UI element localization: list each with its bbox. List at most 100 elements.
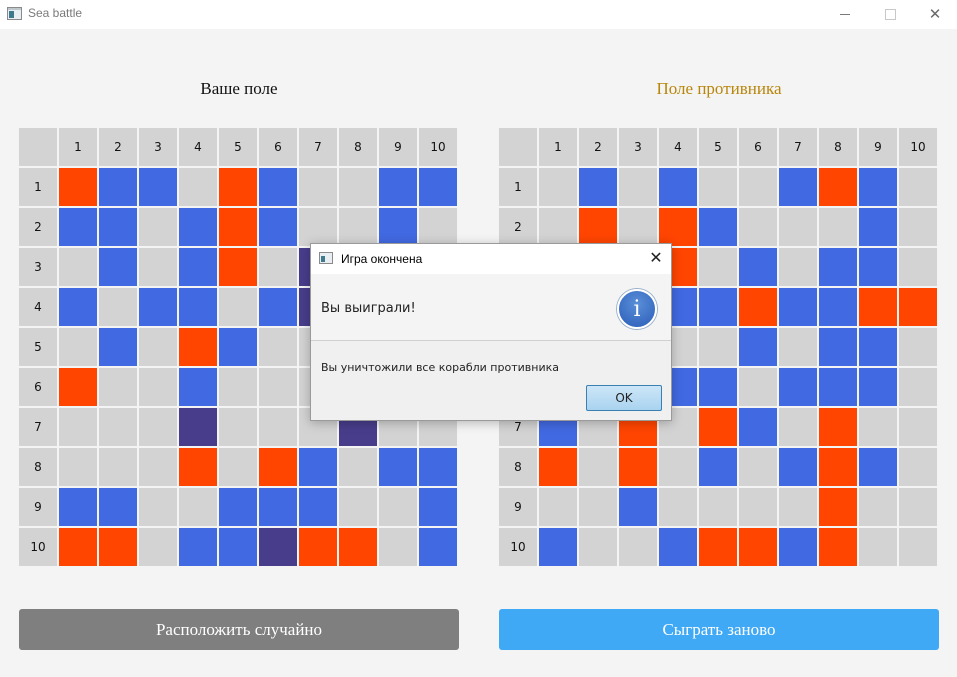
enemy-cell-ship[interactable] bbox=[699, 288, 737, 326]
enemy-cell-empty[interactable] bbox=[659, 448, 697, 486]
enemy-cell-empty[interactable] bbox=[899, 368, 937, 406]
enemy-cell-empty[interactable] bbox=[619, 168, 657, 206]
enemy-cell-ship[interactable] bbox=[859, 368, 897, 406]
enemy-cell-hit[interactable] bbox=[619, 448, 657, 486]
enemy-cell-empty[interactable] bbox=[899, 248, 937, 286]
enemy-cell-empty[interactable] bbox=[779, 248, 817, 286]
enemy-cell-empty[interactable] bbox=[899, 208, 937, 246]
enemy-cell-empty[interactable] bbox=[619, 208, 657, 246]
enemy-cell-empty[interactable] bbox=[739, 168, 777, 206]
enemy-cell-empty[interactable] bbox=[899, 408, 937, 446]
enemy-cell-hit[interactable] bbox=[819, 408, 857, 446]
enemy-cell-empty[interactable] bbox=[859, 488, 897, 526]
enemy-cell-empty[interactable] bbox=[619, 528, 657, 566]
enemy-cell-ship[interactable] bbox=[819, 368, 857, 406]
random-placement-button[interactable]: Расположить случайно bbox=[19, 609, 459, 650]
enemy-cell-empty[interactable] bbox=[739, 208, 777, 246]
enemy-cell-ship[interactable] bbox=[819, 248, 857, 286]
own-column-header: 6 bbox=[259, 128, 297, 166]
own-column-header: 10 bbox=[419, 128, 457, 166]
enemy-cell-empty[interactable] bbox=[699, 328, 737, 366]
enemy-cell-hit[interactable] bbox=[659, 208, 697, 246]
own-row-header: 7 bbox=[19, 408, 57, 446]
enemy-cell-hit[interactable] bbox=[699, 408, 737, 446]
enemy-cell-hit[interactable] bbox=[579, 208, 617, 246]
enemy-cell-hit[interactable] bbox=[699, 528, 737, 566]
close-icon[interactable]: ✕ bbox=[912, 0, 957, 29]
enemy-cell-hit[interactable] bbox=[819, 168, 857, 206]
dialog-close-icon[interactable]: ✕ bbox=[645, 247, 667, 269]
enemy-cell-ship[interactable] bbox=[699, 208, 737, 246]
enemy-cell-empty[interactable] bbox=[659, 488, 697, 526]
enemy-cell-ship[interactable] bbox=[819, 288, 857, 326]
enemy-cell-empty[interactable] bbox=[579, 448, 617, 486]
enemy-cell-empty[interactable] bbox=[899, 328, 937, 366]
enemy-cell-ship[interactable] bbox=[779, 528, 817, 566]
enemy-cell-empty[interactable] bbox=[739, 448, 777, 486]
enemy-cell-empty[interactable] bbox=[899, 168, 937, 206]
enemy-cell-ship[interactable] bbox=[739, 328, 777, 366]
own-cell-empty bbox=[339, 208, 377, 246]
enemy-cell-hit[interactable] bbox=[819, 448, 857, 486]
enemy-row-header: 8 bbox=[499, 448, 537, 486]
ok-button[interactable]: OK bbox=[586, 385, 662, 411]
play-again-button[interactable]: Сыграть заново bbox=[499, 609, 939, 650]
enemy-cell-ship[interactable] bbox=[779, 448, 817, 486]
enemy-cell-ship[interactable] bbox=[859, 168, 897, 206]
enemy-cell-ship[interactable] bbox=[579, 168, 617, 206]
enemy-cell-empty[interactable] bbox=[539, 208, 577, 246]
enemy-cell-empty[interactable] bbox=[819, 208, 857, 246]
enemy-cell-ship[interactable] bbox=[739, 408, 777, 446]
enemy-cell-ship[interactable] bbox=[659, 168, 697, 206]
enemy-cell-hit[interactable] bbox=[819, 528, 857, 566]
enemy-cell-ship[interactable] bbox=[779, 168, 817, 206]
enemy-cell-ship[interactable] bbox=[779, 288, 817, 326]
enemy-cell-ship[interactable] bbox=[779, 368, 817, 406]
enemy-column-header: 9 bbox=[859, 128, 897, 166]
enemy-cell-empty[interactable] bbox=[699, 488, 737, 526]
own-cell-empty bbox=[379, 488, 417, 526]
enemy-cell-ship[interactable] bbox=[619, 488, 657, 526]
enemy-cell-empty[interactable] bbox=[539, 168, 577, 206]
enemy-cell-empty[interactable] bbox=[899, 448, 937, 486]
enemy-column-header: 5 bbox=[699, 128, 737, 166]
enemy-cell-empty[interactable] bbox=[899, 528, 937, 566]
own-column-header: 5 bbox=[219, 128, 257, 166]
own-column-header: 2 bbox=[99, 128, 137, 166]
enemy-cell-empty[interactable] bbox=[579, 488, 617, 526]
enemy-cell-ship[interactable] bbox=[659, 528, 697, 566]
enemy-row-header: 1 bbox=[499, 168, 537, 206]
enemy-cell-empty[interactable] bbox=[779, 208, 817, 246]
enemy-cell-ship[interactable] bbox=[699, 448, 737, 486]
enemy-cell-empty[interactable] bbox=[699, 248, 737, 286]
enemy-cell-hit[interactable] bbox=[739, 288, 777, 326]
enemy-cell-ship[interactable] bbox=[859, 448, 897, 486]
enemy-cell-empty[interactable] bbox=[779, 328, 817, 366]
enemy-cell-hit[interactable] bbox=[739, 528, 777, 566]
enemy-cell-empty[interactable] bbox=[859, 528, 897, 566]
enemy-cell-empty[interactable] bbox=[699, 168, 737, 206]
own-cell-empty bbox=[259, 368, 297, 406]
enemy-cell-hit[interactable] bbox=[819, 488, 857, 526]
enemy-cell-empty[interactable] bbox=[579, 528, 617, 566]
enemy-cell-ship[interactable] bbox=[859, 248, 897, 286]
enemy-cell-ship[interactable] bbox=[859, 328, 897, 366]
enemy-cell-empty[interactable] bbox=[779, 408, 817, 446]
enemy-cell-empty[interactable] bbox=[739, 488, 777, 526]
enemy-cell-empty[interactable] bbox=[859, 408, 897, 446]
enemy-cell-hit[interactable] bbox=[539, 448, 577, 486]
enemy-cell-hit[interactable] bbox=[859, 288, 897, 326]
enemy-cell-empty[interactable] bbox=[739, 368, 777, 406]
enemy-column-header: 8 bbox=[819, 128, 857, 166]
enemy-cell-hit[interactable] bbox=[899, 288, 937, 326]
enemy-cell-empty[interactable] bbox=[539, 488, 577, 526]
enemy-cell-ship[interactable] bbox=[859, 208, 897, 246]
enemy-cell-ship[interactable] bbox=[539, 528, 577, 566]
enemy-cell-ship[interactable] bbox=[739, 248, 777, 286]
enemy-cell-ship[interactable] bbox=[699, 368, 737, 406]
enemy-cell-empty[interactable] bbox=[899, 488, 937, 526]
maximize-icon[interactable] bbox=[867, 0, 913, 29]
enemy-cell-ship[interactable] bbox=[819, 328, 857, 366]
enemy-cell-empty[interactable] bbox=[779, 488, 817, 526]
minimize-icon[interactable] bbox=[822, 0, 868, 29]
